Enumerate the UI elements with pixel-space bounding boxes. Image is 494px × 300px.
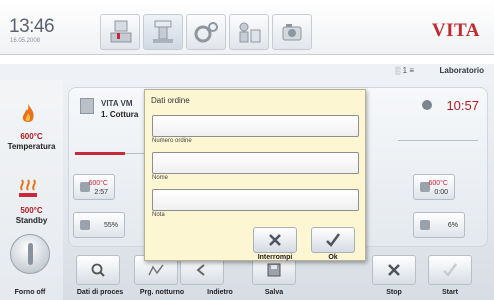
progress-curve xyxy=(75,152,125,155)
tab-camera[interactable] xyxy=(272,14,312,50)
temperature-value: 600°C xyxy=(20,132,43,141)
name-label: Nome xyxy=(152,175,169,181)
settings-icon xyxy=(194,22,218,43)
order-number-label: Numero ordine xyxy=(152,138,192,144)
vacuum-icon xyxy=(80,220,90,230)
param-left-1-temp: 600°C xyxy=(88,180,108,187)
program-status-icon xyxy=(80,98,94,114)
user-tools-icon xyxy=(239,22,261,43)
status-icons: ░ 1 ≡ xyxy=(394,66,414,75)
stop-x-icon xyxy=(388,264,400,276)
tab-program[interactable] xyxy=(100,14,140,50)
timer-icon xyxy=(422,100,432,110)
camera-icon xyxy=(282,24,302,41)
user-profile-label[interactable]: Laboratorio xyxy=(440,66,484,75)
param-left-2[interactable]: 55% xyxy=(73,212,125,238)
floppy-disk-icon xyxy=(267,263,281,277)
stop-button[interactable] xyxy=(372,255,416,285)
process-data-button[interactable] xyxy=(76,255,120,285)
param-right-1-time: 0:00 xyxy=(434,189,448,196)
dialog-title: Dati ordine xyxy=(151,96,190,105)
cancel-label: Interrompi xyxy=(257,254,293,261)
status-strip xyxy=(0,64,494,80)
program-icon xyxy=(110,20,132,43)
night-program-icon xyxy=(148,264,164,276)
tab-user-tools[interactable] xyxy=(229,14,269,50)
param-right-1-temp: 600°C xyxy=(428,180,448,187)
checkmark-icon xyxy=(326,233,341,247)
magnifier-icon xyxy=(91,263,105,277)
ok-label: Ok xyxy=(328,254,338,261)
param-left-1-time: 2:57 xyxy=(94,189,108,196)
back-label: Indietro xyxy=(207,289,233,296)
flame-icon xyxy=(22,104,34,122)
order-number-input[interactable] xyxy=(152,115,359,137)
standby-label: Standby xyxy=(15,216,48,225)
standby-value: 500°C xyxy=(20,206,43,215)
save-label: Salva xyxy=(264,289,284,296)
vacuum-icon xyxy=(420,220,430,230)
vita-logo: VITA xyxy=(431,20,480,41)
back-arrow-icon xyxy=(196,264,205,276)
param-right-2-value: 6% xyxy=(447,222,458,229)
program-name: VITA VM xyxy=(101,99,133,108)
stop-label: Stop xyxy=(386,289,402,296)
tab-furnace[interactable] xyxy=(143,14,183,50)
clock: 13:46 xyxy=(9,16,55,37)
param-left-2-value: 55% xyxy=(103,222,118,229)
process-data-label: Dati di proces xyxy=(76,289,124,296)
name-input[interactable] xyxy=(152,152,359,174)
note-label: Nota xyxy=(152,212,165,218)
power-button[interactable] xyxy=(10,234,50,274)
top-bar: 13:46 16.05.2008 VITA xyxy=(0,0,494,55)
power-label: Forno off xyxy=(14,289,46,296)
tab-settings[interactable] xyxy=(186,14,226,50)
date: 16.05.2008 xyxy=(10,38,41,44)
ok-button[interactable] xyxy=(311,227,355,253)
night-program-label: Prg. notturno xyxy=(139,289,185,296)
param-right-1[interactable]: 600°C 0:00 xyxy=(413,174,455,200)
start-label: Start xyxy=(442,289,458,296)
program-phase: 1. Cottura xyxy=(101,110,139,119)
param-right-2[interactable]: 6% xyxy=(413,212,465,238)
program-time: 10:57 xyxy=(446,98,479,113)
furnace-icon xyxy=(153,20,173,43)
note-input[interactable] xyxy=(152,189,359,211)
heat-icon xyxy=(19,179,37,197)
order-data-dialog: Dati ordine Numero ordine Nome Nota Inte… xyxy=(144,89,366,261)
close-icon xyxy=(269,234,281,246)
cancel-button[interactable] xyxy=(253,227,297,253)
start-check-icon xyxy=(443,263,458,277)
curve-segment-right xyxy=(398,140,478,141)
param-left-1[interactable]: 600°C 2:57 xyxy=(73,174,115,200)
start-button[interactable] xyxy=(428,255,472,285)
temperature-label: Temperatura xyxy=(7,142,56,151)
